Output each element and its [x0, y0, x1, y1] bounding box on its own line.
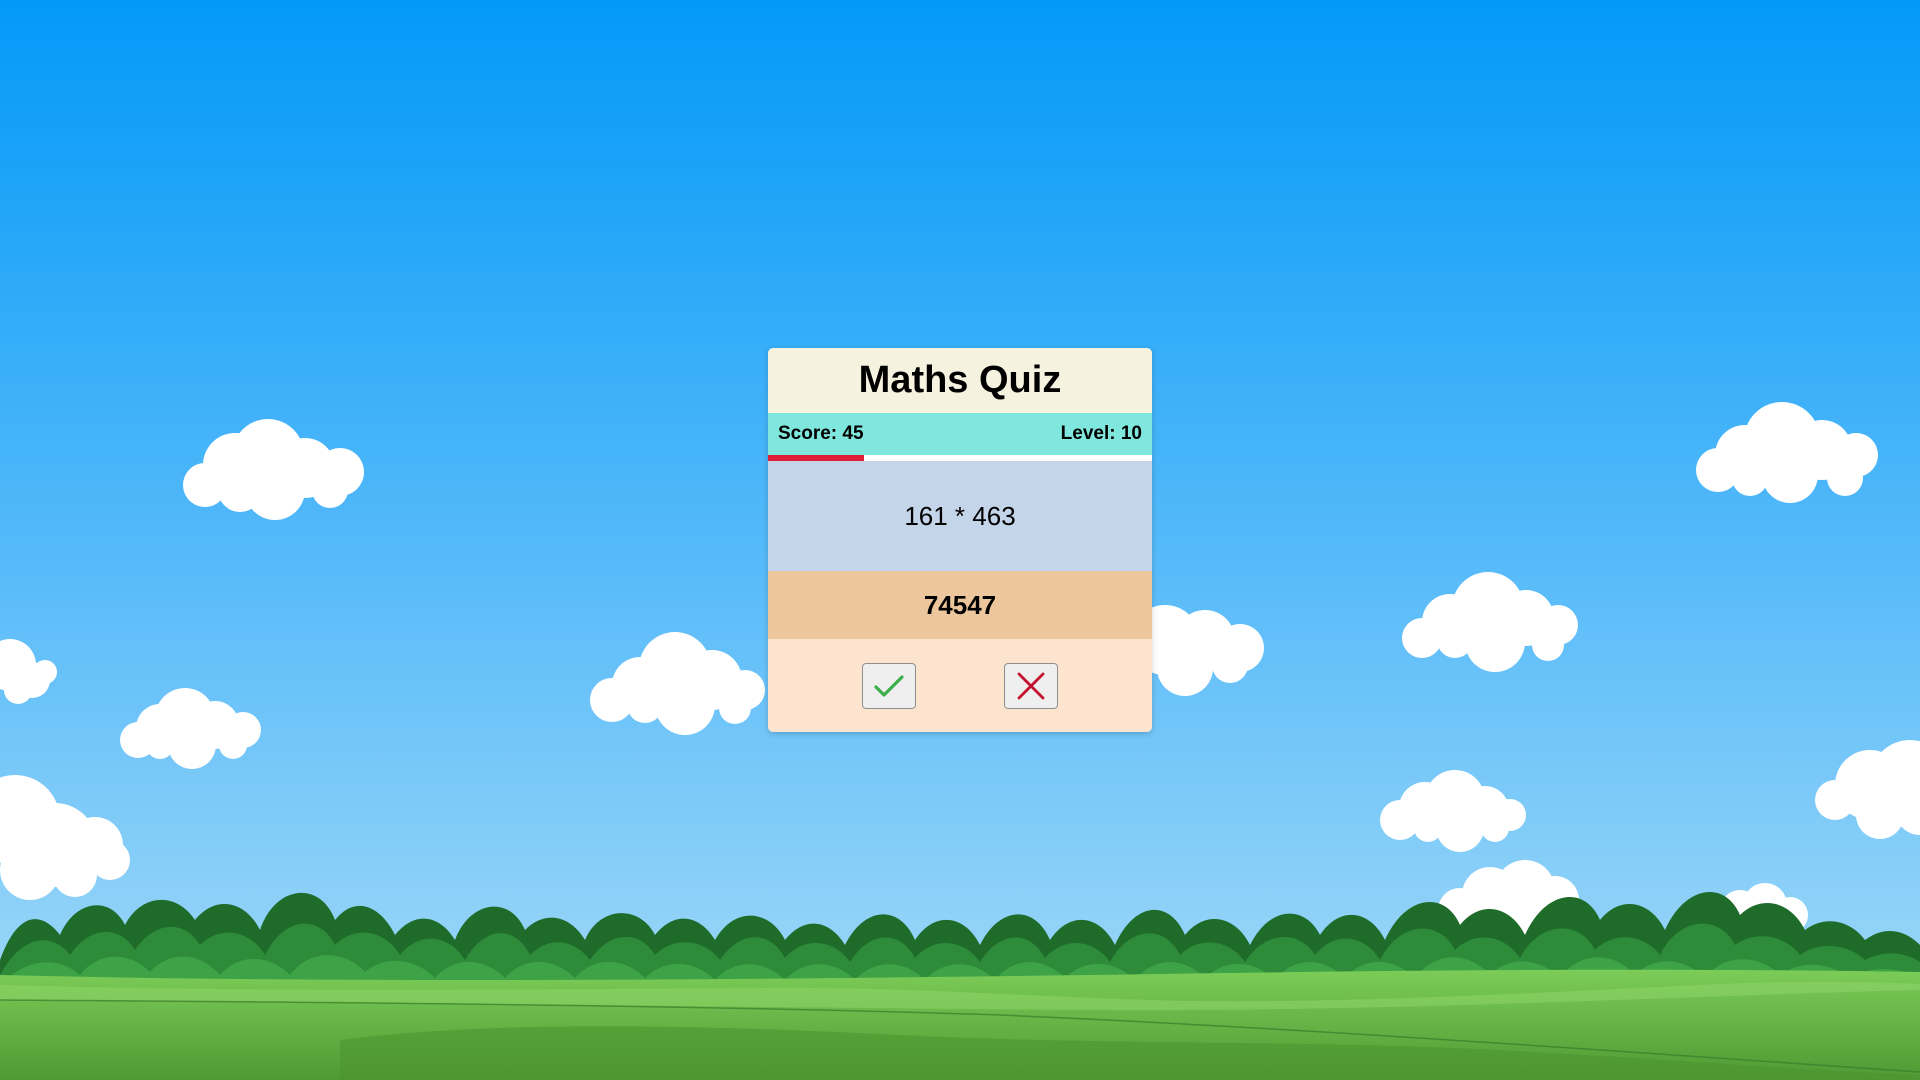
level-label: Level: 10 — [1060, 423, 1142, 444]
score-label: Score: 45 — [778, 423, 864, 444]
correct-button[interactable] — [862, 662, 916, 709]
answer-panel: 74547 — [768, 571, 1152, 639]
question-text: 161 * 463 — [904, 500, 1016, 531]
proposed-answer: 74547 — [923, 589, 997, 620]
checkmark-icon — [874, 674, 904, 697]
timer-bar — [768, 455, 1152, 461]
quiz-title: Maths Quiz — [858, 359, 1062, 401]
cross-icon — [1017, 672, 1045, 699]
status-bar: Score: 45 Level: 10 — [768, 413, 1152, 455]
wrong-button[interactable] — [1004, 662, 1058, 709]
quiz-card: Maths Quiz Score: 45 Level: 10 161 * 463… — [768, 348, 1152, 732]
grass-field — [0, 969, 1920, 1080]
timer-fill — [768, 455, 864, 461]
question-panel: 161 * 463 — [768, 461, 1152, 571]
quiz-header: Maths Quiz — [768, 348, 1152, 413]
buttons-panel — [768, 639, 1152, 732]
